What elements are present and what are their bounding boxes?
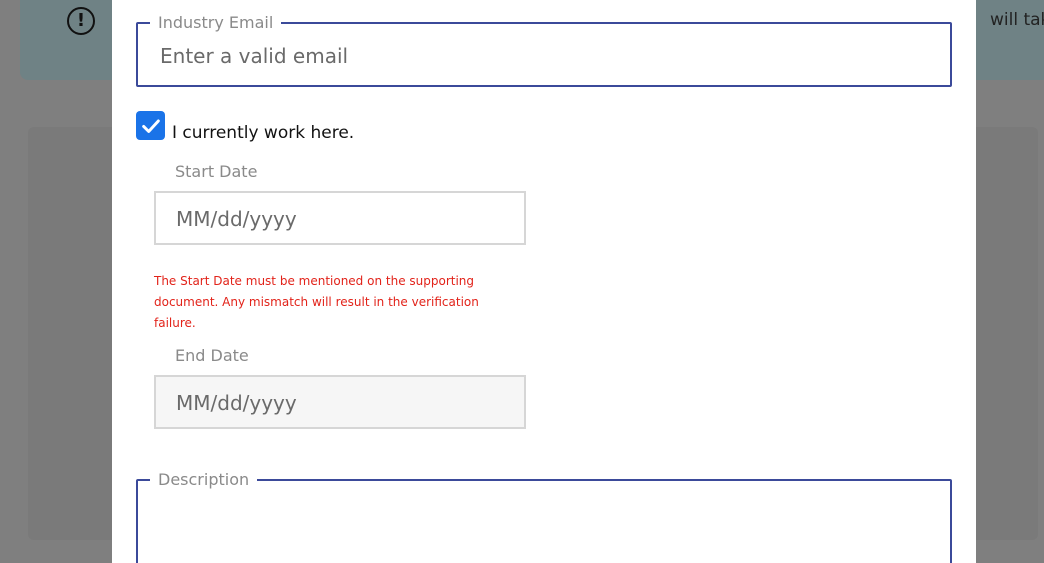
end-date-field bbox=[154, 375, 526, 429]
description-field[interactable]: Description bbox=[136, 470, 952, 563]
start-date-label: Start Date bbox=[175, 162, 258, 181]
end-date-input bbox=[174, 387, 508, 419]
currently-work-checkbox[interactable] bbox=[136, 111, 165, 140]
start-date-input[interactable] bbox=[174, 203, 508, 235]
banner-right-text: will take bbox=[990, 10, 1044, 30]
currently-work-label[interactable]: I currently work here. bbox=[172, 123, 354, 143]
industry-email-label: Industry Email bbox=[150, 13, 282, 33]
end-date-label: End Date bbox=[175, 346, 249, 365]
experience-modal: Industry Email I currently work here. St… bbox=[112, 0, 976, 563]
start-date-field[interactable] bbox=[154, 191, 526, 245]
industry-email-input[interactable] bbox=[158, 40, 930, 72]
start-date-warning: The Start Date must be mentioned on the … bbox=[154, 274, 479, 330]
checkmark-icon bbox=[141, 118, 160, 133]
description-label: Description bbox=[150, 470, 258, 490]
alert-icon: ! bbox=[67, 7, 95, 35]
industry-email-field[interactable]: Industry Email bbox=[136, 13, 952, 87]
